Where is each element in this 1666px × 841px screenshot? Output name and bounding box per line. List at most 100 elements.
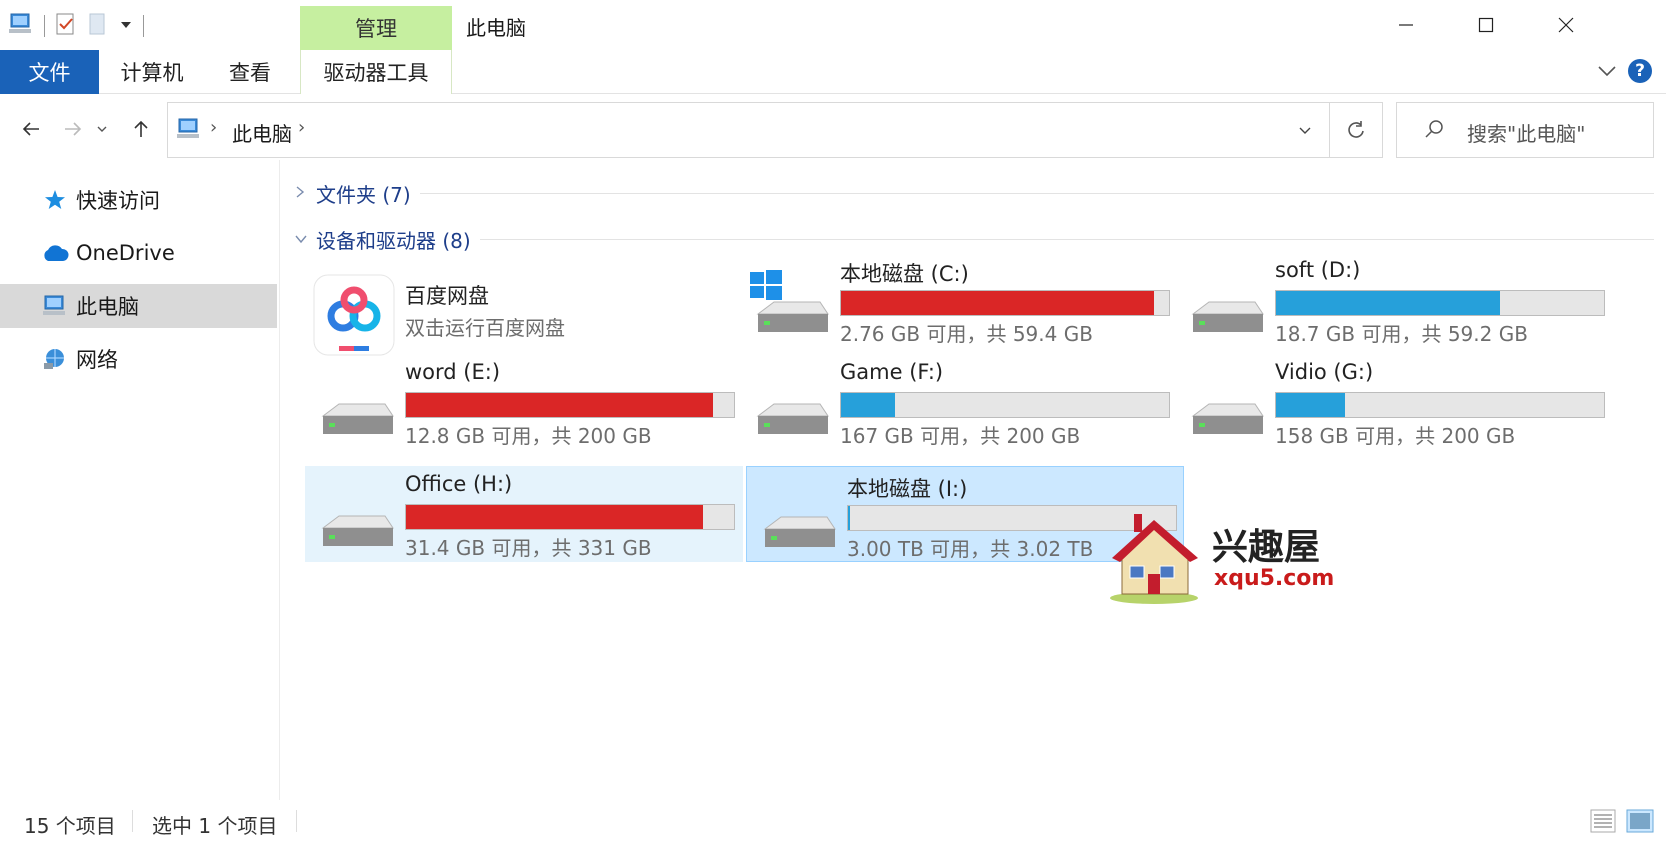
system-drive-icon: [748, 264, 830, 344]
recent-locations-button[interactable]: [92, 112, 112, 146]
status-separator: [296, 810, 297, 832]
tile-baidu-netdisk[interactable]: 百度网盘 双击运行百度网盘: [305, 262, 743, 358]
tile-name: Game (F:): [840, 360, 944, 384]
tile-drive-d[interactable]: soft (D:) 18.7 GB 可用，共 59.2 GB: [1175, 252, 1613, 348]
customize-dropdown-icon[interactable]: [119, 12, 133, 40]
tab-file[interactable]: 文件: [0, 50, 99, 94]
toolbar-separator: [143, 15, 144, 37]
breadcrumb-chevron-icon[interactable]: ›: [210, 117, 217, 138]
refresh-button[interactable]: [1330, 103, 1382, 157]
drive-usage-fill: [1276, 291, 1501, 315]
status-bar: 15 个项目 选中 1 个项目: [0, 800, 1666, 841]
computer-icon: [176, 117, 202, 145]
drive-usage-bar: [1275, 392, 1605, 418]
details-view-icon[interactable]: [1590, 809, 1616, 837]
tile-drive-f[interactable]: Game (F:) 167 GB 可用，共 200 GB: [740, 354, 1178, 450]
drive-usage-fill: [848, 506, 851, 530]
baidu-netdisk-app-icon: [313, 274, 395, 356]
tile-info: 12.8 GB 可用，共 200 GB: [405, 424, 652, 448]
hard-drive-icon: [313, 478, 395, 558]
tiles-view-icon[interactable]: [1626, 809, 1654, 837]
star-icon: [40, 189, 70, 211]
new-folder-icon[interactable]: [87, 12, 109, 40]
tile-info: 2.76 GB 可用，共 59.4 GB: [840, 322, 1093, 346]
sidebar-item-quick-access[interactable]: 快速访问: [0, 178, 277, 222]
search-icon: [1423, 118, 1445, 144]
tile-info: 31.4 GB 可用，共 331 GB: [405, 536, 652, 560]
computer-icon[interactable]: [8, 12, 34, 40]
chevron-right-icon: [294, 184, 316, 203]
sidebar-item-onedrive[interactable]: OneDrive: [0, 231, 277, 275]
hard-drive-icon: [313, 366, 395, 446]
sidebar-item-this-pc[interactable]: 此电脑: [0, 284, 277, 328]
up-arrow-icon: [134, 120, 148, 137]
close-icon: [1558, 17, 1574, 33]
drive-usage-fill: [1276, 393, 1345, 417]
breadcrumb-this-pc[interactable]: 此电脑: [232, 118, 292, 147]
tile-name: soft (D:): [1275, 258, 1361, 282]
sidebar-item-network[interactable]: 网络: [0, 337, 277, 381]
forward-button[interactable]: [56, 112, 90, 146]
tile-drive-c[interactable]: 本地磁盘 (C:) 2.76 GB 可用，共 59.4 GB: [740, 252, 1178, 348]
search-box[interactable]: 搜索"此电脑": [1396, 102, 1654, 158]
tile-drive-h[interactable]: Office (H:) 31.4 GB 可用，共 331 GB: [305, 466, 743, 562]
minimize-icon: [1399, 24, 1413, 26]
tile-name: 百度网盘: [405, 284, 489, 308]
chevron-down-icon: [97, 126, 107, 132]
help-icon[interactable]: ?: [1628, 59, 1652, 83]
drive-usage-fill: [406, 393, 713, 417]
status-separator: [132, 810, 133, 832]
sidebar-item-label: OneDrive: [76, 241, 175, 265]
tile-info: 3.00 TB 可用，共 3.02 TB: [847, 537, 1094, 561]
back-button[interactable]: [14, 112, 48, 146]
chevron-down-icon: [1299, 127, 1310, 134]
sidebar-item-label: 网络: [76, 348, 118, 372]
drive-usage-bar: [840, 392, 1170, 418]
tile-name: Vidio (G:): [1275, 360, 1374, 384]
group-divider: [420, 193, 1654, 194]
drive-usage-fill: [841, 291, 1154, 315]
close-button[interactable]: [1526, 0, 1606, 50]
up-button[interactable]: [124, 112, 158, 146]
ribbon-tab-bar: 文件 计算机 查看 驱动器工具 ?: [0, 50, 1666, 94]
hard-drive-icon: [748, 366, 830, 446]
chevron-down-icon: [294, 230, 316, 249]
tile-name: word (E:): [405, 360, 501, 384]
tile-drive-g[interactable]: Vidio (G:) 158 GB 可用，共 200 GB: [1175, 354, 1613, 450]
group-header-folders[interactable]: 文件夹 (7): [294, 178, 411, 208]
tile-name: 本地磁盘 (I:): [847, 477, 968, 501]
navigation-pane: 快速访问 OneDrive 此电脑 网络: [0, 160, 280, 800]
title-bar: 管理 此电脑: [0, 0, 1666, 50]
address-bar[interactable]: › 此电脑 ›: [167, 102, 1383, 158]
tab-computer[interactable]: 计算机: [100, 50, 204, 94]
group-header-devices[interactable]: 设备和驱动器 (8): [294, 224, 471, 254]
file-explorer-window: 管理 此电脑 文件 计算机 查看 驱动器工具 ? › 此电脑 › 搜索"此电脑"…: [0, 0, 1666, 841]
hard-drive-icon: [1183, 264, 1265, 344]
context-tab-group-manage: 管理: [300, 6, 452, 50]
window-title: 此电脑: [466, 16, 526, 40]
sidebar-item-label: 此电脑: [76, 295, 139, 319]
drive-usage-fill: [841, 393, 896, 417]
tile-info: 158 GB 可用，共 200 GB: [1275, 424, 1516, 448]
tab-view[interactable]: 查看: [204, 50, 296, 94]
breadcrumb-chevron-icon[interactable]: ›: [298, 117, 305, 138]
tab-drive-tools[interactable]: 驱动器工具: [300, 50, 452, 94]
forward-arrow-icon: [65, 122, 82, 136]
expand-ribbon-icon[interactable]: [1596, 60, 1618, 86]
drive-usage-bar: [405, 504, 735, 530]
drive-usage-fill: [406, 505, 703, 529]
quick-access-toolbar: [8, 8, 144, 44]
group-label: 文件夹 (7): [316, 182, 411, 207]
tile-drive-e[interactable]: word (E:) 12.8 GB 可用，共 200 GB: [305, 354, 743, 450]
tile-name: Office (H:): [405, 472, 513, 496]
minimize-button[interactable]: [1366, 0, 1446, 50]
search-placeholder: 搜索"此电脑": [1467, 122, 1586, 146]
maximize-button[interactable]: [1446, 0, 1526, 50]
drive-usage-bar: [840, 290, 1170, 316]
address-history-dropdown[interactable]: [1280, 103, 1330, 157]
hard-drive-icon: [1183, 366, 1265, 446]
tile-info: 18.7 GB 可用，共 59.2 GB: [1275, 322, 1528, 346]
refresh-icon: [1348, 121, 1364, 138]
properties-icon[interactable]: [55, 12, 77, 40]
drive-usage-bar: [405, 392, 735, 418]
